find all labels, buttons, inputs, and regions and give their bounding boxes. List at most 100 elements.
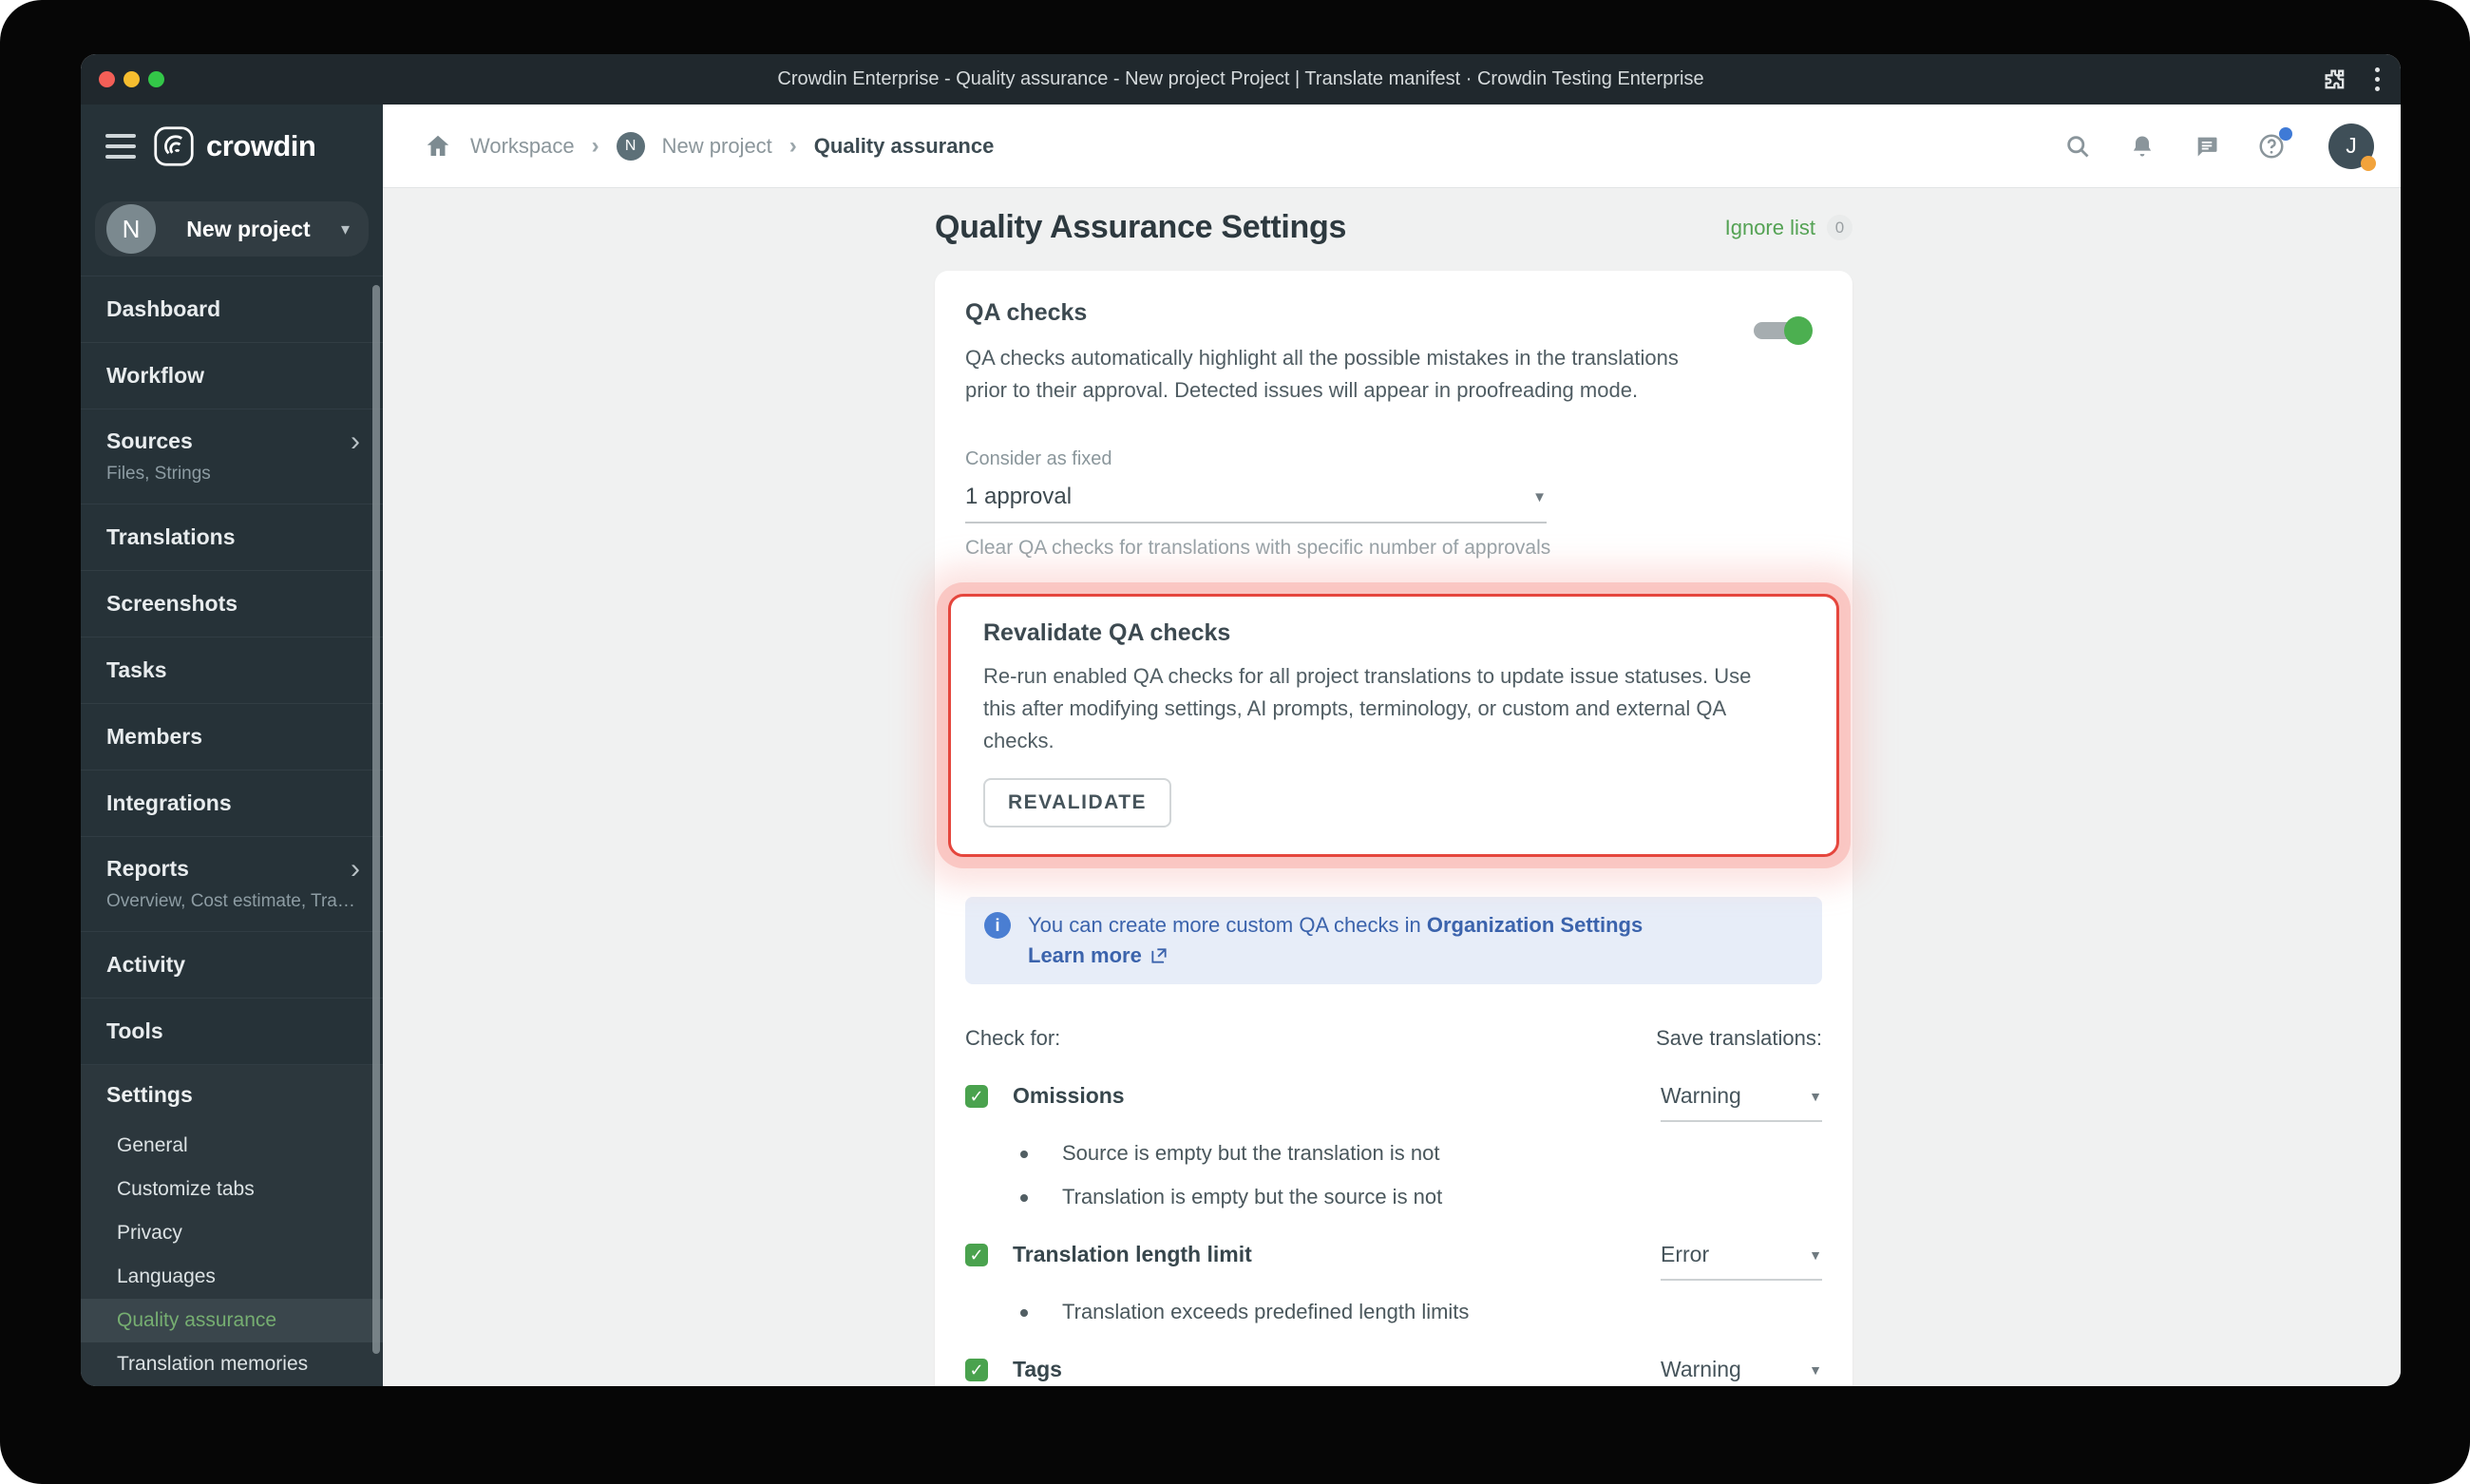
chevron-down-icon: ▾ bbox=[340, 219, 350, 238]
notifications-bell-icon[interactable] bbox=[2127, 131, 2157, 162]
consider-as-fixed-select[interactable]: 1 approval ▼ bbox=[965, 484, 1547, 523]
checkbox-checked-icon[interactable]: ✓ bbox=[965, 1244, 988, 1266]
sidebar-settings-item-translation-memories[interactable]: Translation memories bbox=[81, 1342, 383, 1386]
sidebar-settings-item-privacy[interactable]: Privacy bbox=[81, 1211, 383, 1255]
qa-settings-card: QA checks QA checks automatically highli… bbox=[935, 271, 1852, 1386]
chevron-down-icon: ▼ bbox=[1532, 488, 1547, 505]
crowdin-logo[interactable]: crowdin bbox=[153, 125, 316, 167]
sidebar-settings-item-languages[interactable]: Languages bbox=[81, 1255, 383, 1299]
sidebar-settings-item-quality-assurance[interactable]: Quality assurance bbox=[81, 1299, 383, 1342]
consider-as-fixed-value: 1 approval bbox=[965, 484, 1073, 509]
crowdin-wordmark: crowdin bbox=[206, 129, 316, 162]
window-title: Crowdin Enterprise - Quality assurance -… bbox=[777, 68, 1704, 89]
sidebar-item-translations[interactable]: Translations › bbox=[81, 504, 383, 571]
sidebar-item-dashboard[interactable]: Dashboard › bbox=[81, 276, 383, 343]
sidebar-item-members[interactable]: Members › bbox=[81, 704, 383, 771]
chevron-right-icon: › bbox=[351, 852, 360, 885]
sidebar-item-workflow[interactable]: Workflow › bbox=[81, 343, 383, 409]
close-window-button[interactable] bbox=[99, 71, 115, 87]
avatar-initial: J bbox=[2346, 133, 2357, 158]
learn-more-label: Learn more bbox=[1028, 943, 1142, 967]
sidebar-item-label: Screenshots bbox=[106, 591, 238, 616]
severity-value: Warning bbox=[1661, 1357, 1741, 1381]
sidebar-item-label: Sources bbox=[106, 428, 193, 453]
sidebar-item-label: Members bbox=[106, 724, 202, 749]
consider-as-fixed-helper: Clear QA checks for translations with sp… bbox=[965, 537, 1551, 559]
toggle-knob bbox=[1784, 316, 1813, 345]
severity-select[interactable]: Warning ▼ bbox=[1661, 1357, 1822, 1386]
browser-menu-icon[interactable] bbox=[2375, 67, 2380, 91]
sidebar-item-settings[interactable]: Settings bbox=[81, 1065, 383, 1124]
chevron-right-icon: › bbox=[351, 425, 360, 457]
screenshot-frame: Crowdin Enterprise - Quality assurance -… bbox=[0, 0, 2470, 1484]
breadcrumb-project-badge: N bbox=[616, 131, 645, 161]
sidebar-settings-item-general[interactable]: General bbox=[81, 1124, 383, 1168]
sidebar-item-label: Workflow bbox=[106, 363, 205, 388]
sidebar-item-reports[interactable]: Reports › Overview, Cost estimate, Tran… bbox=[81, 837, 383, 932]
qa-check-translation-length-limit: ✓ Translation length limit Error ▼ Trans… bbox=[965, 1242, 1822, 1324]
checkbox-checked-icon[interactable]: ✓ bbox=[965, 1085, 988, 1108]
help-icon[interactable] bbox=[2256, 126, 2292, 162]
home-icon[interactable] bbox=[423, 131, 453, 162]
crowdin-logo-icon bbox=[154, 126, 194, 166]
main-content: Quality Assurance Settings Ignore list 0… bbox=[383, 188, 2401, 1386]
sidebar-settings-item-customize-tabs[interactable]: Customize tabs bbox=[81, 1168, 383, 1211]
qa-check-label: Omissions bbox=[1013, 1083, 1125, 1108]
qa-checks-toggle[interactable] bbox=[1754, 316, 1813, 345]
breadcrumb: Workspace › N New project › Quality assu… bbox=[423, 131, 2062, 162]
browser-window: Crowdin Enterprise - Quality assurance -… bbox=[81, 54, 2401, 1386]
zoom-window-button[interactable] bbox=[148, 71, 164, 87]
sidebar-settings-list: General Customize tabs Privacy Languages… bbox=[81, 1124, 383, 1386]
project-switcher[interactable]: N New project ▾ bbox=[95, 201, 369, 257]
menu-hamburger-icon[interactable] bbox=[105, 134, 136, 159]
minimize-window-button[interactable] bbox=[124, 71, 140, 87]
severity-value: Error bbox=[1661, 1242, 1710, 1266]
info-icon: i bbox=[984, 912, 1011, 939]
help-notification-dot bbox=[2279, 126, 2292, 141]
chevron-down-icon: ▼ bbox=[1809, 1246, 1822, 1263]
topbar: Workspace › N New project › Quality assu… bbox=[383, 105, 2401, 188]
revalidate-highlight-box: Revalidate QA checks Re-run enabled QA c… bbox=[948, 594, 1839, 857]
extensions-puzzle-icon[interactable] bbox=[2320, 65, 2350, 95]
project-name: New project bbox=[186, 216, 311, 241]
qa-check-bullets: Translation exceeds predefined length li… bbox=[965, 1300, 1822, 1324]
qa-checks-description: QA checks automatically highlight all th… bbox=[965, 346, 1679, 402]
chevron-down-icon: ▼ bbox=[1809, 1088, 1822, 1104]
sidebar-item-integrations[interactable]: Integrations › bbox=[81, 771, 383, 837]
severity-select[interactable]: Warning ▼ bbox=[1661, 1083, 1822, 1122]
qa-checks-title: QA checks bbox=[965, 299, 1088, 326]
banner-bold: Organization Settings bbox=[1426, 913, 1644, 937]
ignore-list-label: Ignore list bbox=[1724, 215, 1815, 239]
checkbox-checked-icon[interactable]: ✓ bbox=[965, 1359, 988, 1381]
qa-check-bullet: Translation exceeds predefined length li… bbox=[1020, 1300, 1822, 1324]
revalidate-button[interactable]: REVALIDATE bbox=[983, 778, 1172, 828]
breadcrumb-project[interactable]: New project bbox=[662, 134, 772, 159]
qa-check-omissions: ✓ Omissions Warning ▼ Source is empty bu… bbox=[965, 1083, 1822, 1209]
chevron-down-icon: ▼ bbox=[1809, 1361, 1822, 1378]
sidebar-item-activity[interactable]: Activity › bbox=[81, 932, 383, 999]
sidebar-scrollbar[interactable] bbox=[372, 285, 380, 1354]
severity-select[interactable]: Error ▼ bbox=[1661, 1242, 1822, 1281]
user-avatar[interactable]: J bbox=[2328, 123, 2376, 171]
learn-more-link[interactable]: Learn more bbox=[1028, 941, 1168, 971]
sidebar-item-screenshots[interactable]: Screenshots › bbox=[81, 571, 383, 637]
qa-check-tags: ✓ Tags Warning ▼ Inconsistent tags in th… bbox=[965, 1357, 1822, 1386]
breadcrumb-workspace[interactable]: Workspace bbox=[470, 134, 575, 159]
qa-check-label: Tags bbox=[1013, 1357, 1062, 1381]
revalidate-description: Re-run enabled QA checks for all project… bbox=[983, 664, 1752, 752]
severity-value: Warning bbox=[1661, 1083, 1741, 1108]
sidebar-item-label: Activity bbox=[106, 952, 186, 977]
project-avatar: N bbox=[106, 204, 156, 254]
sidebar-item-label: Integrations bbox=[106, 790, 232, 815]
sidebar-item-sources[interactable]: Sources › Files, Strings bbox=[81, 409, 383, 504]
search-icon[interactable] bbox=[2062, 131, 2093, 162]
traffic-lights bbox=[99, 54, 164, 105]
external-link-icon bbox=[1151, 948, 1167, 963]
messages-chat-icon[interactable] bbox=[2192, 131, 2222, 162]
sidebar-item-tools[interactable]: Tools › bbox=[81, 999, 383, 1065]
ignore-list-link[interactable]: Ignore list 0 bbox=[1725, 215, 1852, 240]
sidebar-item-label: Reports bbox=[106, 856, 189, 881]
page-title: Quality Assurance Settings bbox=[935, 209, 1347, 245]
sidebar-item-tasks[interactable]: Tasks › bbox=[81, 637, 383, 704]
sidebar-item-label: Dashboard bbox=[106, 296, 221, 321]
